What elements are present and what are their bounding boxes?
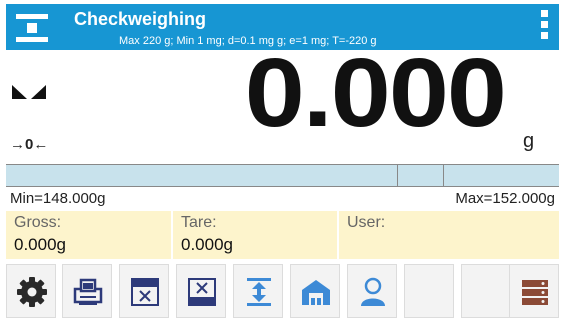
tare-value: 0.000g: [181, 235, 233, 254]
tare-arrows-icon: [247, 278, 271, 306]
zero-indicator-icon: →0←: [10, 136, 49, 153]
set-limits-button[interactable]: [119, 264, 169, 318]
printer-button[interactable]: [62, 264, 112, 318]
mode-title: Checkweighing: [74, 9, 207, 29]
min-limit: Min=148.000g: [10, 190, 106, 207]
printer-icon: [73, 278, 103, 305]
bar-min-marker: [397, 165, 398, 186]
set-limits-2-button[interactable]: [176, 264, 226, 318]
weight-unit: g: [523, 130, 535, 152]
limits-row: Min=148.000g Max=152.000g: [6, 188, 559, 210]
gross-label: Gross:: [14, 214, 62, 231]
database-button[interactable]: [509, 264, 559, 318]
empty-button-2[interactable]: [461, 264, 511, 318]
user-icon: [361, 277, 385, 306]
checkweighing-mode-icon[interactable]: [16, 12, 48, 44]
stable-indicator-icon: [12, 85, 46, 99]
info-panel: Gross: 0.000g Tare: 0.000g User:: [6, 211, 559, 259]
function-toolbar: [6, 264, 559, 318]
weight-value: 0.000: [244, 37, 507, 147]
warehouse-button[interactable]: [290, 264, 340, 318]
user-button[interactable]: [347, 264, 397, 318]
tare-label: Tare:: [181, 214, 217, 231]
database-icon: [522, 280, 548, 305]
limits-icon: [131, 278, 159, 306]
limits-icon: [188, 278, 216, 306]
weight-display: →0← 0.000 g: [6, 44, 559, 156]
user-label: User:: [347, 214, 386, 231]
max-limit: Max=152.000g: [455, 190, 555, 207]
tare-field[interactable]: Tare: 0.000g: [173, 211, 339, 259]
warehouse-icon: [302, 280, 330, 305]
bar-max-marker: [443, 165, 444, 186]
checkweighing-bar: [6, 164, 559, 187]
kebab-menu-icon[interactable]: [536, 10, 552, 46]
settings-button[interactable]: [6, 264, 56, 318]
gear-icon: [17, 277, 47, 307]
gross-value: 0.000g: [14, 235, 66, 254]
empty-button-1[interactable]: [404, 264, 454, 318]
tare-button[interactable]: [233, 264, 283, 318]
gross-field[interactable]: Gross: 0.000g: [6, 211, 173, 259]
user-field[interactable]: User:: [339, 211, 559, 259]
